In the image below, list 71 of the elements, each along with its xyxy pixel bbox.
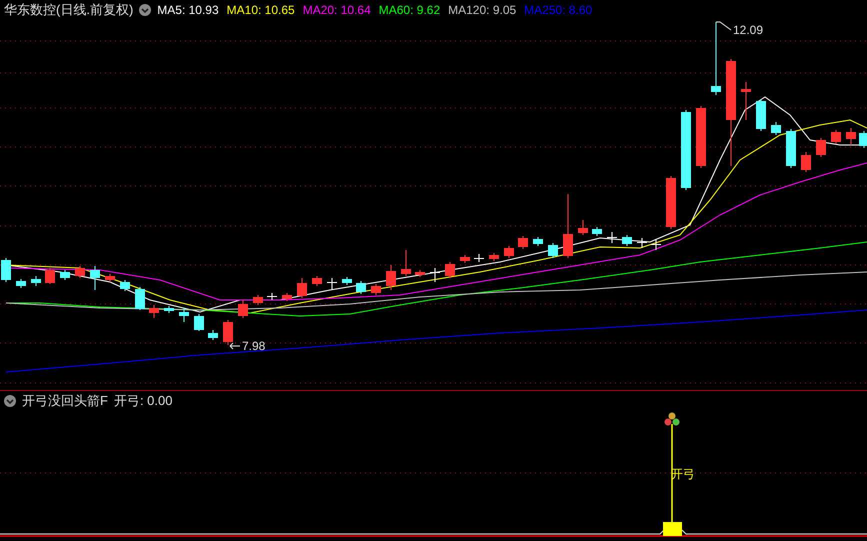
candlestick [578,220,588,236]
candlestick [312,276,322,286]
indicator-reading: 开弓: 0.00 [114,392,172,410]
candlestick [194,314,204,332]
candlestick [846,128,856,146]
candlestick [786,128,796,168]
candlestick [267,292,277,300]
moving-average-label: MA20: 10.64 [302,3,371,17]
candlestick [460,254,470,264]
candlestick [741,82,751,120]
indicator-title: 开弓没回头箭F [22,392,108,410]
candlestick [445,262,455,278]
moving-average-label: MA250: 8.60 [524,3,592,17]
candlestick [533,236,543,246]
high-price-label: 12.09 [733,23,764,37]
candlestick [771,122,781,136]
moving-average-label: MA120: 9.05 [448,3,516,17]
candlestick [607,232,617,244]
candlestick [16,278,26,288]
candlestick [415,270,425,278]
moving-average-label: MA60: 9.62 [378,3,440,17]
candlestick [816,138,826,158]
candlestick [164,306,174,314]
candlestick [282,292,292,302]
candlestick [696,106,706,168]
leader-line [716,22,732,30]
candlestick [135,286,145,310]
candlestick [1,258,11,282]
candlestick [253,294,263,306]
candlestick [342,276,352,286]
candlestick [60,270,70,280]
dropdown-icon[interactable] [4,395,16,407]
candlestick [563,194,573,258]
chart-title: 华东数控(日线.前复权) [4,1,134,19]
candlestick [474,254,484,262]
candlestick [45,268,55,284]
candlestick [120,280,130,292]
candlestick [637,238,647,248]
low-price-label: 7.98 [242,339,266,353]
moving-average-label: MA5: 10.93 [157,3,219,17]
candlestick [430,268,440,282]
candlestick [356,280,366,294]
candlestick [401,250,411,276]
moving-average-label: MA10: 10.65 [226,3,295,17]
candlestick [386,264,396,290]
candlestick [223,320,233,346]
candlestick [592,226,602,236]
candlestick [105,274,115,282]
candlestick [756,98,766,132]
candlestick [666,176,676,230]
candlestick [548,242,558,258]
candlestick [489,252,499,262]
candlestick [518,236,528,250]
candlestick [31,276,41,286]
arrow-icon [230,342,240,350]
candlestick [859,130,867,148]
candlestick [831,130,841,144]
candlestick [504,246,514,258]
candlestick [75,266,85,278]
candlestick [149,304,159,318]
candlestick [371,284,381,296]
candlestick [90,266,100,290]
candlestick [327,278,337,290]
dropdown-icon[interactable] [139,4,152,16]
candlestick [297,278,307,298]
candlestick [238,300,248,318]
candlestick [801,152,811,172]
candlestick [179,308,189,322]
candlestick [208,330,218,340]
candlestick [651,240,661,250]
candlestick [622,234,632,246]
